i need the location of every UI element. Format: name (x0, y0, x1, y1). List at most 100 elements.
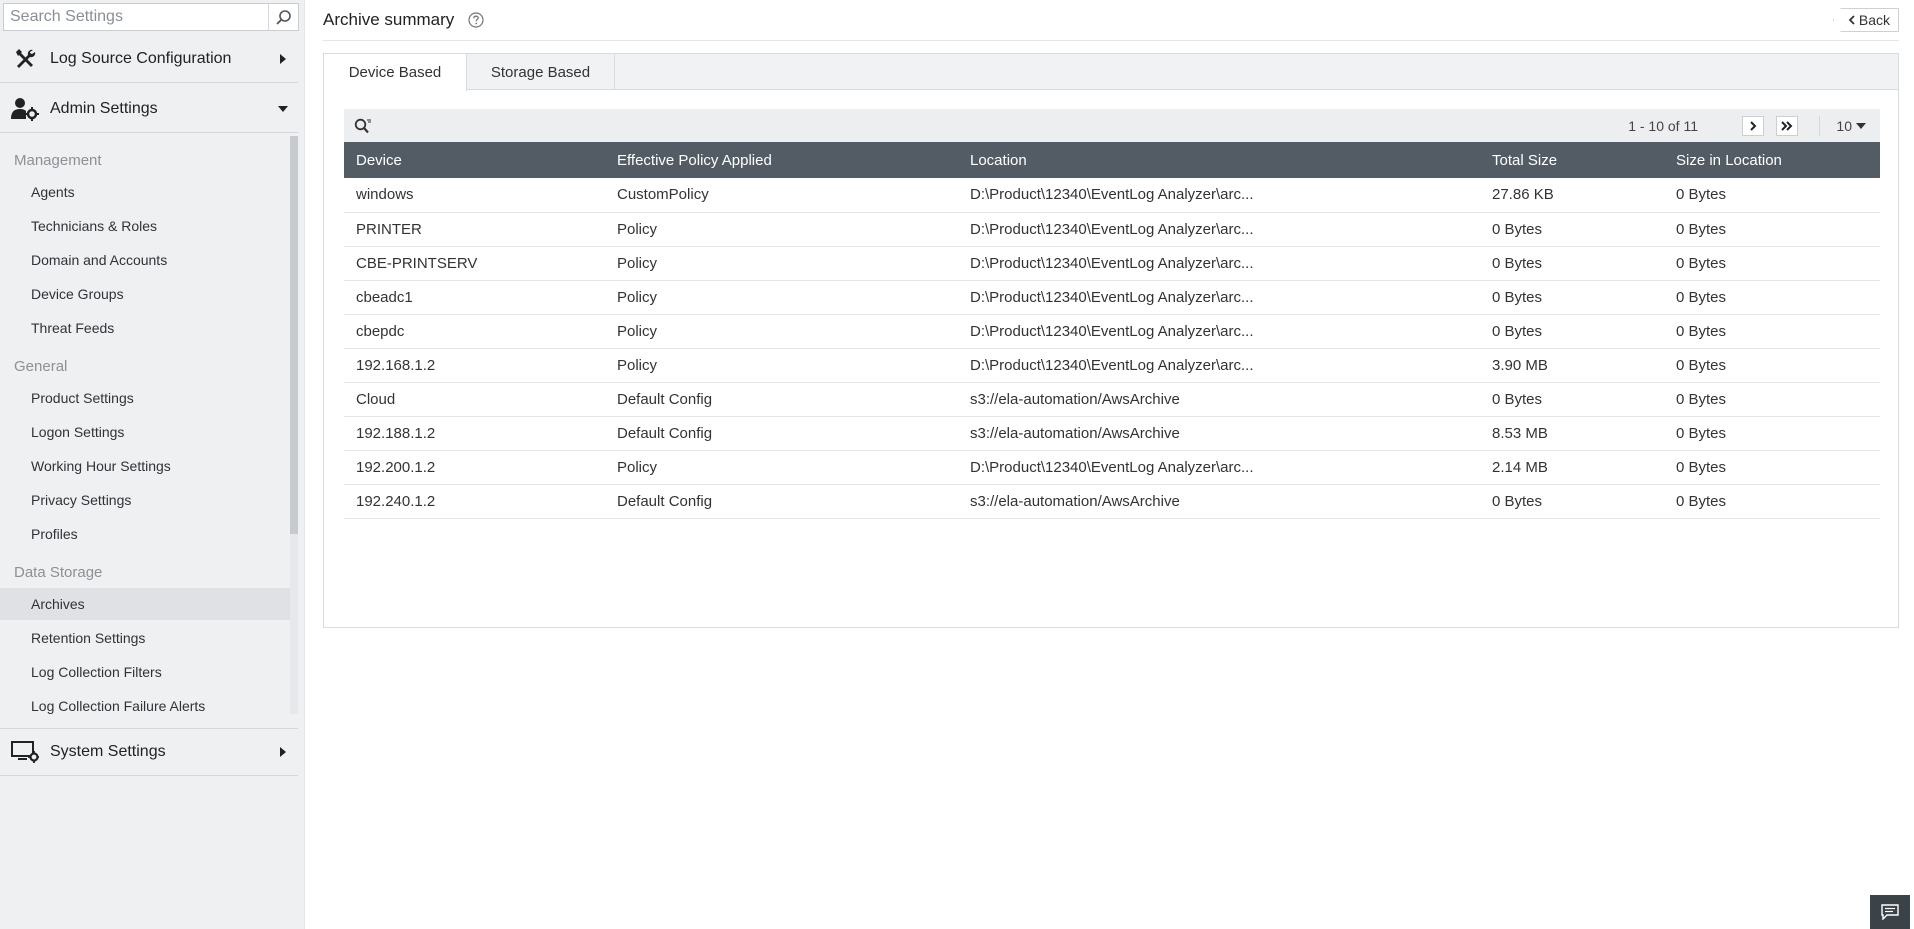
tab-storage-based[interactable]: Storage Based (467, 54, 615, 90)
table-row[interactable]: 192.168.1.2 Policy D:\Product\12340\EventL… (344, 348, 1880, 383)
chat-icon (1881, 904, 1899, 920)
cell-policy: Policy (605, 212, 958, 247)
cell-policy: Policy (605, 246, 958, 281)
cell-size-in-location: 0 Bytes (1664, 246, 1880, 281)
archive-table: Device Effective Policy Applied Location… (344, 142, 1880, 519)
cell-size-in-location: 0 Bytes (1664, 348, 1880, 383)
cell-policy: Policy (605, 280, 958, 315)
cell-device: 192.200.1.2 (344, 450, 605, 485)
cell-size-in-location: 0 Bytes (1664, 178, 1880, 213)
caret-right-icon (268, 747, 298, 757)
cell-total-size: 0 Bytes (1480, 280, 1664, 315)
cell-size-in-location: 0 Bytes (1664, 314, 1880, 349)
cell-device: windows (344, 178, 605, 213)
table-row[interactable]: 192.188.1.2 Default Config s3://ela-automa… (344, 416, 1880, 451)
tab-bar: Device Based Storage Based (324, 54, 1898, 91)
cell-location: s3://ela-automation/AwsArchive (958, 416, 1480, 451)
settings-sidebar: Log Source Configuration Admin Settings … (0, 0, 305, 929)
menu-item-working-hour-settings[interactable]: Working Hour Settings (0, 450, 290, 482)
cell-policy: Policy (605, 314, 958, 349)
admin-settings-menu: Management Agents Technicians & Roles Do… (0, 136, 298, 714)
cell-device: 192.240.1.2 (344, 484, 605, 519)
cell-policy: Policy (605, 450, 958, 485)
cell-policy: Policy (605, 348, 958, 383)
table-row[interactable]: PRINTER Policy D:\Product\12340\EventLog A… (344, 212, 1880, 247)
sidebar-scrollbar[interactable] (290, 136, 298, 714)
rows-per-page-select[interactable]: 10 (1836, 109, 1866, 142)
table-row[interactable]: 192.200.1.2 Policy D:\Product\12340\EventL… (344, 450, 1880, 485)
caret-right-icon (268, 53, 298, 64)
section-log-source-configuration[interactable]: Log Source Configuration (0, 35, 298, 83)
last-page-button[interactable] (1776, 116, 1798, 136)
pagination-range: 1 - 10 of 11 (1628, 117, 1698, 134)
cell-total-size: 0 Bytes (1480, 212, 1664, 247)
help-circle-icon[interactable] (468, 12, 484, 28)
rows-per-page-value: 10 (1836, 117, 1852, 134)
menu-item-log-collection-filters[interactable]: Log Collection Filters (0, 656, 290, 688)
column-header-total-size[interactable]: Total Size (1480, 142, 1664, 178)
search-settings-input[interactable] (4, 4, 268, 30)
next-page-button[interactable] (1742, 116, 1764, 136)
table-search-icon[interactable] (354, 118, 372, 139)
cell-total-size: 27.86 KB (1480, 178, 1664, 213)
archive-panel: Device Based Storage Based 1 - 10 of 11 … (323, 53, 1899, 628)
chevron-left-icon (1848, 12, 1855, 28)
back-button[interactable]: Back (1832, 8, 1899, 32)
table-header-row: Device Effective Policy Applied Location… (344, 142, 1880, 178)
menu-item-domain-accounts[interactable]: Domain and Accounts (0, 244, 290, 276)
group-label-general: General (14, 358, 68, 375)
column-header-device[interactable]: Device (344, 142, 605, 178)
cell-total-size: 2.14 MB (1480, 450, 1664, 485)
group-label-management: Management (14, 152, 102, 169)
cell-device: cbepdc (344, 314, 605, 349)
menu-item-retention-settings[interactable]: Retention Settings (0, 622, 290, 654)
cell-device: PRINTER (344, 212, 605, 247)
pager-divider (1819, 116, 1820, 136)
column-header-policy[interactable]: Effective Policy Applied (605, 142, 958, 178)
section-log-source-label: Log Source Configuration (50, 49, 232, 67)
sidebar-scroll-thumb[interactable] (290, 136, 298, 534)
table-row[interactable]: cbeadc1 Policy D:\Product\12340\EventLog A… (344, 280, 1880, 315)
tab-device-based[interactable]: Device Based (324, 54, 467, 91)
table-row[interactable]: CBE-PRINTSERV Policy D:\Product\12340\Even… (344, 246, 1880, 281)
cell-size-in-location: 0 Bytes (1664, 416, 1880, 451)
section-system-settings[interactable]: System Settings (0, 728, 298, 776)
cell-device: Cloud (344, 382, 605, 417)
section-admin-settings[interactable]: Admin Settings (0, 85, 298, 133)
table-row[interactable]: cbepdc Policy D:\Product\12340\EventLog An… (344, 314, 1880, 349)
menu-item-log-collection-failure-alerts[interactable]: Log Collection Failure Alerts (0, 690, 290, 714)
user-gear-icon (0, 97, 50, 121)
cell-size-in-location: 0 Bytes (1664, 484, 1880, 519)
cell-device: CBE-PRINTSERV (344, 246, 605, 281)
column-header-size-in-location[interactable]: Size in Location (1664, 142, 1880, 178)
menu-item-agents[interactable]: Agents (0, 176, 290, 208)
cell-policy: CustomPolicy (605, 178, 958, 213)
menu-item-threat-feeds[interactable]: Threat Feeds (0, 312, 290, 344)
cell-location: D:\Product\12340\EventLog Analyzer\arc..… (958, 246, 1480, 281)
cell-location: D:\Product\12340\EventLog Analyzer\arc..… (958, 280, 1480, 315)
cell-size-in-location: 0 Bytes (1664, 212, 1880, 247)
section-system-label: System Settings (50, 743, 166, 760)
menu-item-privacy-settings[interactable]: Privacy Settings (0, 484, 290, 516)
table-row[interactable]: 192.240.1.2 Default Config s3://ela-automa… (344, 484, 1880, 519)
menu-item-logon-settings[interactable]: Logon Settings (0, 416, 290, 448)
menu-item-archives[interactable]: Archives (0, 588, 290, 620)
cell-policy: Default Config (605, 382, 958, 417)
cell-location: D:\Product\12340\EventLog Analyzer\arc..… (958, 212, 1480, 247)
chat-button[interactable] (1870, 895, 1910, 929)
cell-total-size: 8.53 MB (1480, 416, 1664, 451)
table-row[interactable]: windows CustomPolicy D:\Product\12340\Even… (344, 178, 1880, 213)
chevron-down-icon (1856, 122, 1866, 129)
table-row[interactable]: Cloud Default Config s3://ela-automation/A… (344, 382, 1880, 417)
group-label-data-storage: Data Storage (14, 564, 103, 581)
table-toolbar: 1 - 10 of 11 10 (344, 109, 1880, 142)
cell-total-size: 3.90 MB (1480, 348, 1664, 383)
menu-item-product-settings[interactable]: Product Settings (0, 382, 290, 414)
cell-policy: Default Config (605, 416, 958, 451)
column-header-location[interactable]: Location (958, 142, 1480, 178)
search-icon[interactable] (268, 4, 298, 30)
menu-item-device-groups[interactable]: Device Groups (0, 278, 290, 310)
cell-location: D:\Product\12340\EventLog Analyzer\arc..… (958, 348, 1480, 383)
menu-item-profiles[interactable]: Profiles (0, 518, 290, 550)
menu-item-technicians-roles[interactable]: Technicians & Roles (0, 210, 290, 242)
